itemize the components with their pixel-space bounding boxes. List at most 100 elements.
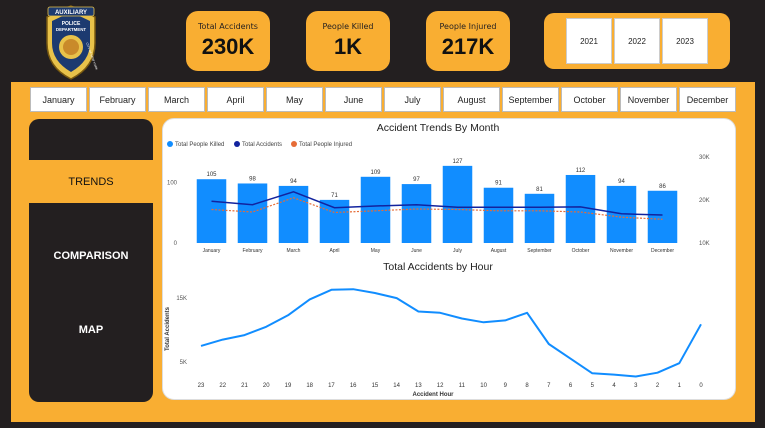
legend-label-injured: Total People Injured: [299, 142, 352, 148]
nav-map-button[interactable]: MAP: [29, 324, 153, 336]
x-tick-label: 22: [219, 383, 226, 389]
bar-july: [442, 165, 473, 243]
y-tick-label: 5K: [180, 360, 187, 366]
bar-august: [483, 187, 514, 243]
bar-data-label: 86: [659, 184, 666, 190]
kpi-label: People Killed: [322, 22, 374, 31]
month-button-may[interactable]: May: [266, 87, 323, 112]
y-left-tick-label: 0: [174, 241, 178, 247]
hourly-chart-ylabel: Total Accidents: [165, 306, 171, 351]
line-series-accidents-by-hour: [200, 288, 702, 378]
x-tick-label: 18: [306, 383, 313, 389]
month-button-december[interactable]: December: [679, 87, 736, 112]
y-right-tick-label: 10K: [699, 241, 710, 247]
bar-data-label: 91: [495, 181, 502, 187]
x-tick-label: 7: [547, 383, 551, 389]
bar-data-label: 94: [290, 179, 297, 185]
x-tick-label: 10: [480, 383, 487, 389]
kpi-value: 230K: [201, 34, 255, 59]
hourly-chart-xlabel: Accident Hour: [412, 392, 454, 398]
x-tick-label: July: [453, 248, 462, 254]
kpi-total-accidents: Total Accidents 230K: [186, 11, 270, 71]
bar-data-label: 98: [249, 176, 256, 182]
charts-canvas: Accident Trends By Month Total People Ki…: [165, 122, 710, 398]
bar-february: [237, 183, 268, 243]
x-tick-label: December: [651, 248, 674, 254]
x-tick-label: October: [572, 248, 590, 254]
bar-data-label: 127: [452, 159, 463, 165]
month-button-april[interactable]: April: [207, 87, 264, 112]
bar-data-label: 97: [413, 177, 420, 183]
bar-data-label: 71: [331, 193, 338, 199]
x-tick-label: 3: [634, 383, 638, 389]
x-tick-label: 16: [350, 383, 357, 389]
x-tick-label: 13: [415, 383, 422, 389]
y-tick-label: 15K: [176, 296, 187, 302]
bar-september: [524, 193, 555, 243]
monthly-chart-plot: 0 100 10K 20K 30K 105 January 98 February 94 March…: [167, 155, 710, 254]
month-button-february[interactable]: February: [89, 87, 146, 112]
x-tick-label: 15: [372, 383, 379, 389]
svg-text:DEPARTMENT: DEPARTMENT: [56, 27, 86, 32]
x-tick-label: 23: [198, 383, 205, 389]
bar-june: [401, 184, 432, 243]
y-right-tick-label: 30K: [699, 155, 710, 161]
x-tick-label: 9: [504, 383, 508, 389]
x-tick-label: June: [411, 248, 422, 254]
year-slicer: 2021 2022 2023: [544, 13, 730, 69]
y-right-tick-label: 20K: [699, 198, 710, 204]
month-button-august[interactable]: August: [443, 87, 500, 112]
x-tick-label: 4: [612, 383, 616, 389]
x-tick-label: 2: [656, 383, 660, 389]
month-button-october[interactable]: October: [561, 87, 618, 112]
x-tick-label: March: [287, 248, 301, 254]
legend-marker-injured: [291, 141, 297, 147]
month-button-july[interactable]: July: [384, 87, 441, 112]
x-tick-label: November: [610, 248, 633, 254]
x-tick-label: September: [527, 248, 552, 254]
month-slicer: January February March April May June Ju…: [30, 87, 736, 112]
month-button-september[interactable]: September: [502, 87, 559, 112]
year-button-2021[interactable]: 2021: [566, 18, 612, 64]
legend-marker-accidents: [234, 141, 240, 147]
year-button-2023[interactable]: 2023: [662, 18, 708, 64]
month-button-november[interactable]: November: [620, 87, 677, 112]
bar-april: [319, 199, 350, 243]
bar-data-label: 81: [536, 187, 543, 193]
x-tick-label: May: [371, 248, 381, 254]
x-tick-label: April: [329, 248, 339, 254]
month-button-march[interactable]: March: [148, 87, 205, 112]
x-tick-label: August: [491, 248, 507, 254]
legend-label-accidents: Total Accidents: [242, 142, 282, 148]
kpi-label: Total Accidents: [198, 22, 258, 31]
hourly-chart-title: Total Accidents by Hour: [383, 261, 493, 273]
legend-marker-killed: [167, 141, 173, 147]
monthly-chart-legend: Total People Killed Total Accidents Tota…: [167, 141, 352, 148]
month-button-june[interactable]: June: [325, 87, 382, 112]
kpi-value: 217K: [441, 34, 495, 59]
month-button-january[interactable]: January: [30, 87, 87, 112]
x-tick-label: 14: [393, 383, 400, 389]
year-button-2022[interactable]: 2022: [614, 18, 660, 64]
charts-panel: Accident Trends By Month Total People Ki…: [162, 118, 736, 400]
x-tick-label: January: [203, 248, 221, 254]
kpi-label: People Injured: [439, 22, 497, 31]
police-badge-logo: AUXILIARY POLICE DEPARTMENT CITY OF NEW …: [46, 5, 99, 80]
legend-label-killed: Total People Killed: [175, 142, 224, 148]
monthly-chart-title: Accident Trends By Month: [377, 122, 500, 134]
x-tick-label: 8: [525, 383, 529, 389]
svg-text:AUXILIARY: AUXILIARY: [55, 10, 87, 16]
bar-data-label: 105: [206, 172, 217, 178]
nav-comparison-button[interactable]: COMPARISON: [29, 250, 153, 262]
hourly-chart-plot: 5K15K23 22 21 20 19 18 17 16 15 14 13 12 11 10 9 8 7 6 5 4 3…: [176, 288, 703, 389]
x-tick-label: 11: [459, 383, 466, 389]
x-tick-label: 0: [699, 383, 703, 389]
bar-january: [196, 179, 227, 243]
nav-trends-button[interactable]: TRENDS: [29, 160, 153, 203]
x-tick-label: 17: [328, 383, 335, 389]
x-tick-label: 12: [437, 383, 444, 389]
x-tick-label: 20: [263, 383, 270, 389]
kpi-people-killed: People Killed 1K: [306, 11, 390, 71]
x-tick-label: 1: [678, 383, 682, 389]
x-tick-label: February: [242, 248, 263, 254]
